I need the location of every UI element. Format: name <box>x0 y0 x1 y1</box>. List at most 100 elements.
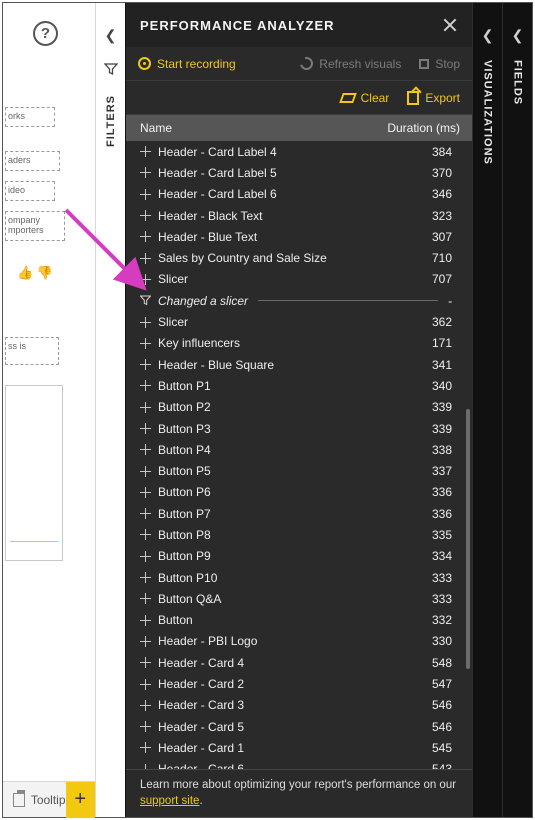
filters-pane-collapsed[interactable]: ❮ FILTERS <box>95 3 125 817</box>
chevron-left-icon[interactable]: ❮ <box>105 27 117 44</box>
clear-button[interactable]: Clear <box>341 91 390 105</box>
expand-icon[interactable] <box>140 764 151 769</box>
perf-row[interactable]: Key influencers171 <box>126 333 464 354</box>
expand-icon[interactable] <box>140 721 151 732</box>
expand-icon[interactable] <box>140 380 151 391</box>
perf-row[interactable]: Button P4338 <box>126 439 464 460</box>
perf-row[interactable]: Header - Card 4548 <box>126 652 464 673</box>
expand-icon[interactable] <box>140 317 151 328</box>
expand-icon[interactable] <box>140 742 151 753</box>
expand-icon[interactable] <box>140 679 151 690</box>
event-label: Changed a slicer <box>158 294 248 308</box>
expand-icon[interactable] <box>140 253 151 264</box>
row-duration: 339 <box>432 400 452 414</box>
perf-row[interactable]: Header - Blue Square341 <box>126 354 464 375</box>
perf-row[interactable]: Button P1340 <box>126 375 464 396</box>
canvas-object[interactable]: aders <box>5 151 60 171</box>
row-name: Header - Blue Square <box>158 358 274 372</box>
eraser-icon <box>339 93 357 103</box>
row-duration: 340 <box>432 379 452 393</box>
close-icon[interactable] <box>442 17 458 33</box>
canvas-object[interactable]: ompany mporters <box>5 211 65 241</box>
expand-icon[interactable] <box>140 146 151 157</box>
expand-icon[interactable] <box>140 359 151 370</box>
add-page-button[interactable]: + <box>66 782 95 818</box>
canvas-object[interactable] <box>5 385 63 561</box>
fields-pane-collapsed[interactable]: ❮ FIELDS <box>502 3 532 817</box>
row-name: Slicer <box>158 272 188 286</box>
perf-row[interactable]: Header - Card 2547 <box>126 673 464 694</box>
chevron-left-icon[interactable]: ❮ <box>482 27 494 44</box>
perf-row[interactable]: Header - Card 5546 <box>126 716 464 737</box>
expand-icon[interactable] <box>140 189 151 200</box>
perf-row[interactable]: Header - Black Text323 <box>126 205 464 226</box>
canvas-object[interactable]: ss is <box>5 337 59 365</box>
col-name: Name <box>140 121 172 135</box>
stop-button[interactable]: Stop <box>419 57 460 71</box>
expand-icon[interactable] <box>140 231 151 242</box>
expand-icon[interactable] <box>140 338 151 349</box>
perf-row[interactable]: Button P2339 <box>126 397 464 418</box>
perf-title: PERFORMANCE ANALYZER <box>140 18 335 33</box>
perf-row[interactable]: Header - Card 3546 <box>126 695 464 716</box>
expand-icon[interactable] <box>140 636 151 647</box>
expand-icon[interactable] <box>140 466 151 477</box>
stop-label: Stop <box>435 57 460 71</box>
filter-icon <box>140 295 151 306</box>
start-recording-button[interactable]: Start recording <box>138 57 236 71</box>
perf-row[interactable]: Header - Card 1545 <box>126 737 464 758</box>
expand-icon[interactable] <box>140 529 151 540</box>
perf-row[interactable]: Button P10333 <box>126 567 464 588</box>
row-duration: 339 <box>432 422 452 436</box>
perf-row[interactable]: Button P9334 <box>126 546 464 567</box>
expand-icon[interactable] <box>140 423 151 434</box>
perf-row[interactable]: Sales by Country and Sale Size710 <box>126 247 464 268</box>
canvas-object[interactable]: ideo <box>5 181 55 201</box>
chevron-left-icon[interactable]: ❮ <box>512 27 524 44</box>
perf-row[interactable]: Button P3339 <box>126 418 464 439</box>
refresh-visuals-button[interactable]: Refresh visuals <box>300 57 401 71</box>
row-name: Button Q&A <box>158 592 221 606</box>
expand-icon[interactable] <box>140 444 151 455</box>
expand-icon[interactable] <box>140 210 151 221</box>
canvas-object[interactable]: orks <box>5 107 55 127</box>
perf-row[interactable]: Button332 <box>126 610 464 631</box>
perf-row[interactable]: Header - Card Label 6346 <box>126 184 464 205</box>
perf-row[interactable]: Button P5337 <box>126 460 464 481</box>
expand-icon[interactable] <box>140 487 151 498</box>
export-button[interactable]: Export <box>407 91 460 105</box>
expand-icon[interactable] <box>140 167 151 178</box>
expand-icon[interactable] <box>140 593 151 604</box>
perf-row[interactable]: Header - PBI Logo330 <box>126 631 464 652</box>
help-icon[interactable]: ? <box>33 21 58 46</box>
expand-icon[interactable] <box>140 508 151 519</box>
perf-row[interactable]: Header - Card Label 4384 <box>126 141 464 162</box>
row-name: Header - Card Label 5 <box>158 166 277 180</box>
scrollbar-thumb[interactable] <box>466 409 470 669</box>
perf-rows-viewport[interactable]: Header - Card Label 4384Header - Card La… <box>126 141 472 769</box>
perf-toolbar-primary: Start recording Refresh visuals Stop <box>126 47 472 81</box>
row-name: Header - Card 4 <box>158 656 244 670</box>
expand-icon[interactable] <box>140 657 151 668</box>
expand-icon[interactable] <box>140 572 151 583</box>
support-site-link[interactable]: support site <box>140 795 199 807</box>
expand-icon[interactable] <box>140 274 151 285</box>
filters-pane-label: FILTERS <box>105 95 117 147</box>
perf-row[interactable]: Button P7336 <box>126 503 464 524</box>
record-icon <box>138 57 151 70</box>
perf-row[interactable]: Button P6336 <box>126 482 464 503</box>
expand-icon[interactable] <box>140 551 151 562</box>
expand-icon[interactable] <box>140 700 151 711</box>
page-tab-tooltip[interactable]: Tooltip <box>31 793 66 807</box>
perf-row[interactable]: Header - Card 6543 <box>126 759 464 769</box>
perf-row[interactable]: Button Q&A333 <box>126 588 464 609</box>
perf-row[interactable]: Button P8335 <box>126 524 464 545</box>
perf-row[interactable]: Slicer362 <box>126 311 464 332</box>
perf-row[interactable]: Header - Card Label 5370 <box>126 162 464 183</box>
expand-icon[interactable] <box>140 615 151 626</box>
perf-row[interactable]: Header - Blue Text307 <box>126 226 464 247</box>
expand-icon[interactable] <box>140 402 151 413</box>
visualizations-pane-collapsed[interactable]: ❮ VISUALIZATIONS <box>472 3 502 817</box>
perf-row[interactable]: Slicer707 <box>126 269 464 290</box>
feedback-icons[interactable]: 👍 👎 <box>17 265 53 281</box>
